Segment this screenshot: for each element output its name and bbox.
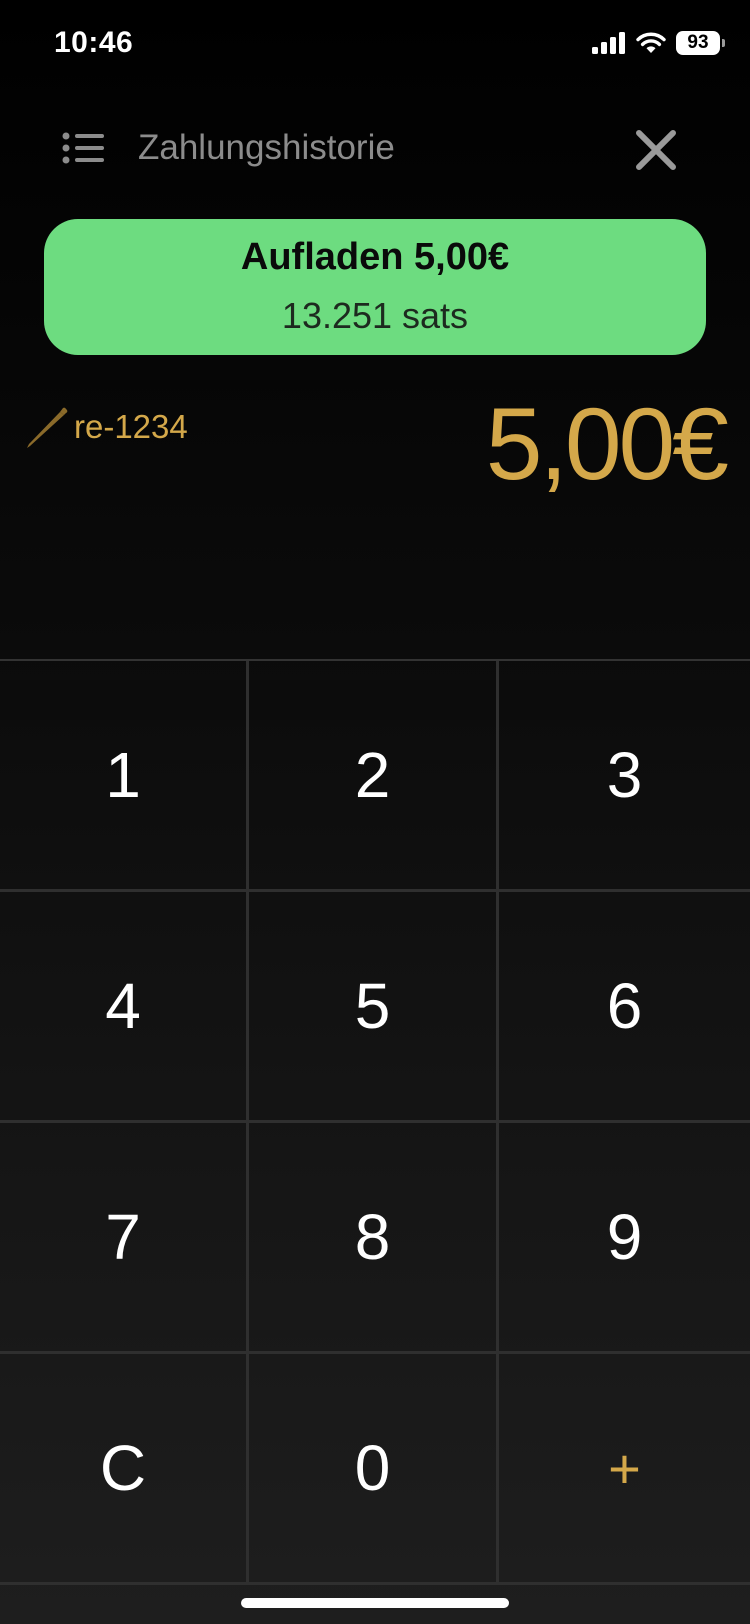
pencil-icon	[27, 407, 68, 448]
charge-title: Aufladen 5,00€	[240, 236, 510, 278]
charge-sats-amount: 13.251 sats	[281, 295, 469, 336]
key-9[interactable]: 9	[499, 1123, 750, 1354]
status-bar: 10:46 93	[0, 0, 750, 92]
battery-cap	[722, 39, 725, 47]
status-icons: 93	[592, 31, 725, 55]
key-clear[interactable]: C	[0, 1354, 249, 1585]
battery-icon: 93	[676, 31, 725, 55]
key-5[interactable]: 5	[249, 892, 499, 1123]
pos-screen: 10:46 93 Zahlungshistorie Aufladen 5,00€…	[0, 0, 750, 1624]
amount-display: 5,00€	[485, 387, 729, 501]
key-6[interactable]: 6	[499, 892, 750, 1123]
key-2[interactable]: 2	[249, 661, 499, 892]
memo-field[interactable]: re-1234	[24, 404, 188, 450]
close-icon	[636, 130, 676, 170]
payment-history-link[interactable]: Zahlungshistorie	[62, 128, 395, 168]
key-4[interactable]: 4	[0, 892, 249, 1123]
key-plus[interactable]: +	[499, 1354, 750, 1585]
list-icon	[62, 132, 104, 164]
keypad: 1 2 3 4 5 6 7 8 9 C 0 +	[0, 659, 750, 1585]
close-button[interactable]	[634, 128, 678, 172]
status-time: 10:46	[54, 26, 134, 59]
key-1[interactable]: 1	[0, 661, 249, 892]
wifi-icon	[636, 32, 666, 53]
home-indicator[interactable]	[241, 1598, 509, 1608]
key-0[interactable]: 0	[249, 1354, 499, 1585]
header: Zahlungshistorie	[0, 110, 750, 190]
memo-text: re-1234	[74, 408, 188, 445]
key-8[interactable]: 8	[249, 1123, 499, 1354]
charge-button[interactable]: Aufladen 5,00€ 13.251 sats	[44, 219, 706, 355]
key-3[interactable]: 3	[499, 661, 750, 892]
cellular-signal-icon	[592, 32, 625, 54]
key-7[interactable]: 7	[0, 1123, 249, 1354]
payment-history-label: Zahlungshistorie	[138, 128, 395, 167]
battery-level: 93	[687, 32, 709, 53]
